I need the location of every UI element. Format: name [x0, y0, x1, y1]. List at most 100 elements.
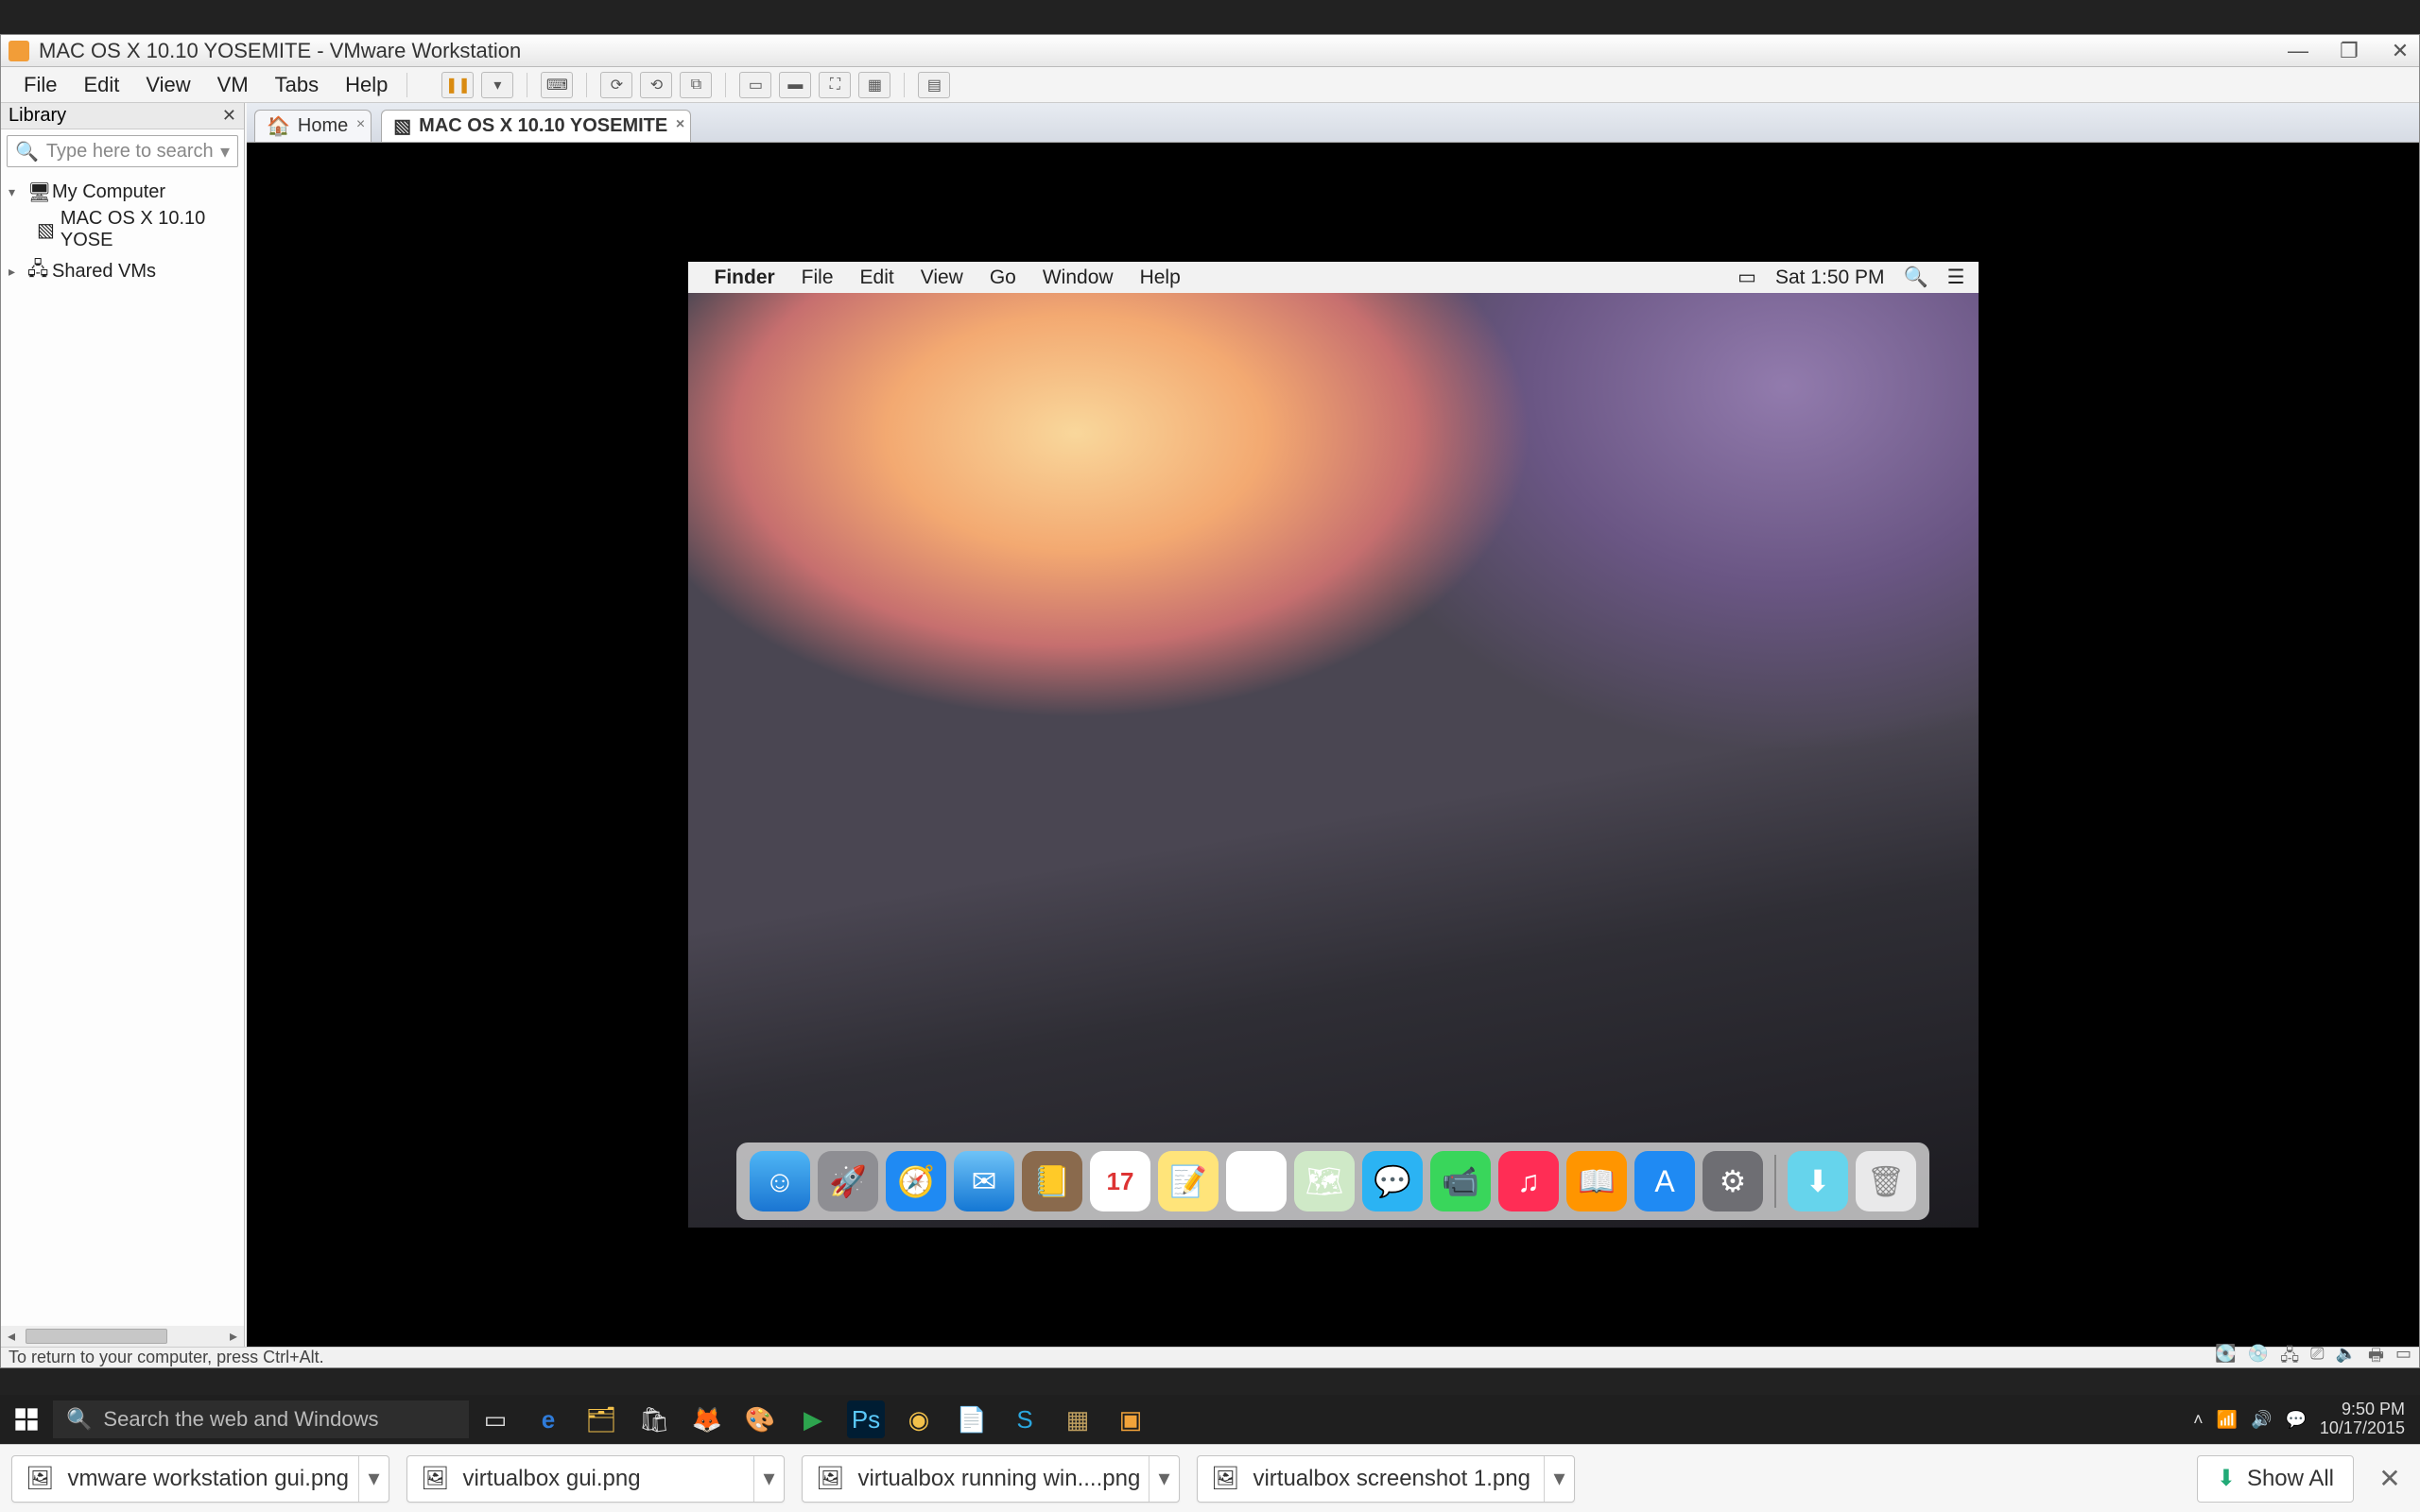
caret-icon[interactable]: ▾ [9, 184, 22, 200]
snapshot-manager-button[interactable]: ⧉ [680, 72, 712, 98]
notifications-icon[interactable]: 💬 [2285, 1410, 2306, 1430]
taskbar-media-icon[interactable]: ▶ [786, 1395, 839, 1444]
tab-close-button[interactable]: × [356, 116, 365, 133]
taskbar-file-explorer-icon[interactable]: 🗂 [575, 1395, 628, 1444]
close-button[interactable]: ✕ [2389, 39, 2411, 63]
download-bar-close-button[interactable]: ✕ [2371, 1463, 2409, 1494]
dock-trash-icon[interactable]: 🗑 [1856, 1151, 1916, 1211]
mac-guest-screen[interactable]: Finder File Edit View Go Window Help ▭ S… [688, 262, 1979, 1228]
library-close-button[interactable]: ✕ [222, 106, 236, 126]
mac-menu-go[interactable]: Go [977, 266, 1029, 289]
device-net-icon[interactable]: 🖧 [2280, 1344, 2299, 1372]
notification-center-icon[interactable]: ☰ [1947, 266, 1965, 289]
taskbar-vmware-icon[interactable]: ▣ [1104, 1395, 1157, 1444]
library-search[interactable]: 🔍 Type here to search ▾ [7, 135, 238, 167]
scroll-left-button[interactable]: ◂ [1, 1327, 22, 1346]
tree-vm-yosemite[interactable]: ▧ MAC OS X 10.10 YOSE [5, 206, 240, 253]
tray-chevron-icon[interactable]: ˄ [2193, 1410, 2204, 1430]
start-button[interactable] [0, 1395, 53, 1444]
download-chip[interactable]: 🖼vmware workstation gui.png▾ [11, 1455, 389, 1503]
tree-shared-vms[interactable]: ▸ 🖧 Shared VMs [5, 253, 240, 289]
minimize-button[interactable]: — [2287, 39, 2309, 63]
tab-vm-yosemite[interactable]: ▧ MAC OS X 10.10 YOSEMITE × [381, 110, 691, 142]
power-pause-button[interactable]: ❚❚ [441, 72, 474, 98]
menu-tabs[interactable]: Tabs [262, 73, 332, 97]
download-chip-menu-button[interactable]: ▾ [1544, 1456, 1574, 1502]
taskbar-skype-icon[interactable]: S [998, 1395, 1051, 1444]
dock-safari-icon[interactable]: 🧭 [886, 1151, 946, 1211]
device-display-icon[interactable]: ▭ [2395, 1344, 2411, 1372]
taskbar-firefox-icon[interactable]: 🦊 [681, 1395, 734, 1444]
download-chip-menu-button[interactable]: ▾ [358, 1456, 389, 1502]
dock-reminders-icon[interactable]: ☑ [1226, 1151, 1287, 1211]
taskbar-task-view-icon[interactable]: ▭ [469, 1395, 522, 1444]
scroll-thumb[interactable] [26, 1329, 167, 1344]
spotlight-icon[interactable]: 🔍 [1904, 266, 1928, 289]
mac-desktop[interactable] [688, 293, 1979, 1228]
dock-mail-icon[interactable]: ✉ [954, 1151, 1014, 1211]
taskbar-chrome-icon[interactable]: ◉ [892, 1395, 945, 1444]
mac-menu-view[interactable]: View [908, 266, 977, 289]
show-all-downloads-button[interactable]: ⬇ Show All [2197, 1455, 2354, 1503]
power-menu-button[interactable]: ▾ [481, 72, 513, 98]
dock-notes-icon[interactable]: 📝 [1158, 1151, 1219, 1211]
tab-close-button[interactable]: × [676, 116, 684, 133]
menu-file[interactable]: File [10, 73, 70, 97]
menu-help[interactable]: Help [332, 73, 401, 97]
mac-menu-file[interactable]: File [788, 266, 847, 289]
taskbar-photoshop-icon[interactable]: Ps [847, 1400, 885, 1438]
snapshot-take-button[interactable]: ⟳ [600, 72, 632, 98]
taskbar-notepad-icon[interactable]: 📄 [945, 1395, 998, 1444]
taskbar-paint-icon[interactable]: 🎨 [734, 1395, 786, 1444]
dock-finder-icon[interactable]: ☺ [750, 1151, 810, 1211]
download-chip-menu-button[interactable]: ▾ [1149, 1456, 1179, 1502]
taskbar-store-icon[interactable]: 🛍 [628, 1395, 681, 1444]
taskbar-edge-icon[interactable]: e [522, 1395, 575, 1444]
view-fullscreen-button[interactable]: ⛶ [819, 72, 851, 98]
mac-clock[interactable]: Sat 1:50 PM [1775, 266, 1885, 289]
vm-console-view[interactable]: Finder File Edit View Go Window Help ▭ S… [247, 143, 2419, 1347]
snapshot-revert-button[interactable]: ⟲ [640, 72, 672, 98]
send-ctrlaltdel-button[interactable]: ⌨ [541, 72, 573, 98]
taskbar-app12-icon[interactable]: ▦ [1051, 1395, 1104, 1444]
device-printer-icon[interactable]: 🖶 [2368, 1344, 2384, 1372]
dock-messages-icon[interactable]: 💬 [1362, 1151, 1423, 1211]
library-scrollbar[interactable]: ◂ ▸ [1, 1326, 244, 1347]
dock-itunes-icon[interactable]: ♫ [1498, 1151, 1559, 1211]
caret-icon[interactable]: ▸ [9, 264, 22, 280]
dock-launchpad-icon[interactable]: 🚀 [818, 1151, 878, 1211]
dock-ibooks-icon[interactable]: 📖 [1566, 1151, 1627, 1211]
view-console-button[interactable]: ▭ [739, 72, 771, 98]
device-cd-icon[interactable]: 💿 [2248, 1344, 2269, 1372]
view-unity-button[interactable]: ▬ [779, 72, 811, 98]
maximize-button[interactable]: ❐ [2338, 39, 2360, 63]
menu-vm[interactable]: VM [204, 73, 262, 97]
view-library-button[interactable]: ▤ [918, 72, 950, 98]
device-hdd-icon[interactable]: 💽 [2215, 1344, 2236, 1372]
scroll-right-button[interactable]: ▸ [223, 1327, 244, 1346]
menu-edit[interactable]: Edit [70, 73, 132, 97]
device-usb-icon[interactable]: ⎚ [2310, 1344, 2324, 1372]
mac-menu-window[interactable]: Window [1029, 266, 1127, 289]
tray-clock[interactable]: 9:50 PM 10/17/2015 [2320, 1400, 2405, 1438]
download-chip[interactable]: 🖼virtualbox screenshot 1.png▾ [1197, 1455, 1575, 1503]
wifi-icon[interactable]: 📶 [2217, 1410, 2238, 1430]
tree-my-computer[interactable]: ▾ 🖥 My Computer [5, 179, 240, 206]
download-chip[interactable]: 🖼virtualbox gui.png▾ [406, 1455, 785, 1503]
download-chip[interactable]: 🖼virtualbox running win....png▾ [802, 1455, 1180, 1503]
mac-menu-help[interactable]: Help [1127, 266, 1194, 289]
device-sound-icon[interactable]: 🔈 [2336, 1344, 2357, 1372]
dock-facetime-icon[interactable]: 📹 [1430, 1151, 1491, 1211]
mac-menu-edit[interactable]: Edit [847, 266, 908, 289]
mac-menu-finder[interactable]: Finder [701, 266, 788, 289]
windows-search-box[interactable]: 🔍 Search the web and Windows [53, 1400, 469, 1438]
volume-icon[interactable]: 🔊 [2251, 1410, 2272, 1430]
library-search-dropdown[interactable]: ▾ [220, 140, 230, 163]
download-chip-menu-button[interactable]: ▾ [753, 1456, 784, 1502]
dock-preferences-icon[interactable]: ⚙ [1703, 1151, 1763, 1211]
dock-downloads-icon[interactable]: ⬇ [1788, 1151, 1848, 1211]
menu-view[interactable]: View [132, 73, 203, 97]
tab-home[interactable]: 🏠 Home × [254, 110, 372, 142]
vmware-titlebar[interactable]: MAC OS X 10.10 YOSEMITE - VMware Worksta… [1, 35, 2419, 67]
view-multimon-button[interactable]: ▦ [858, 72, 890, 98]
